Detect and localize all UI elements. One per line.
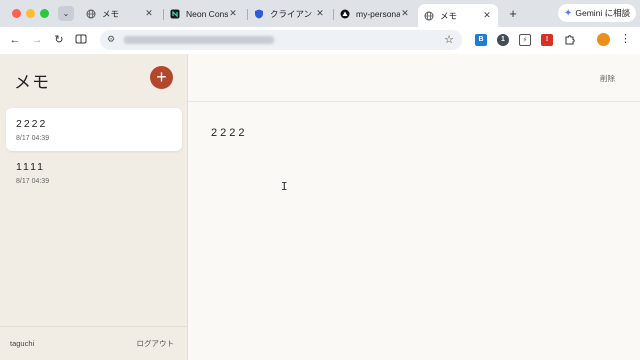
note-item[interactable]: 1111 8/17 04:39: [6, 151, 182, 194]
chevron-down-icon: ⌄: [62, 9, 70, 18]
tab-neon-console[interactable]: Neon Console ✕: [164, 4, 244, 23]
tab-close-icon[interactable]: ✕: [482, 10, 492, 21]
browser-toolbar: ← → ↻ ⚙ ☆ B 1 ⚡ ! ⋮: [0, 27, 640, 54]
maximize-window-button[interactable]: [40, 9, 49, 18]
gemini-icon: ✦: [564, 7, 573, 19]
memo-app: メモ + 2222 8/17 04:39 1111 8/17 04:39 tag…: [0, 54, 640, 360]
note-date: 8/17 04:39: [16, 178, 50, 185]
tab-title: メモ: [102, 8, 120, 19]
address-bar[interactable]: ⚙ ☆: [100, 30, 462, 50]
tab-my-personal[interactable]: my-personal ✕: [334, 4, 416, 23]
sidebar: メモ + 2222 8/17 04:39 1111 8/17 04:39 tag…: [0, 54, 188, 360]
site-settings-icon[interactable]: ⚙: [107, 34, 115, 45]
note-list: 2222 8/17 04:39 1111 8/17 04:39: [6, 108, 182, 194]
reload-icon[interactable]: ↻: [52, 33, 66, 47]
delete-button[interactable]: 削除: [600, 73, 615, 84]
tab-close-icon[interactable]: ✕: [228, 8, 238, 19]
app-title: メモ: [14, 73, 50, 92]
extension-password-icon[interactable]: 1: [497, 34, 509, 46]
extension-document-icon[interactable]: ⚡: [519, 34, 531, 46]
extensions-puzzle-icon[interactable]: [563, 33, 577, 47]
gemini-button[interactable]: ✦ Gemini に相談: [558, 4, 636, 22]
note-date: 8/17 04:39: [16, 135, 50, 142]
close-window-button[interactable]: [12, 9, 21, 18]
tab-memo-active[interactable]: メモ ✕: [418, 4, 498, 27]
tab-client[interactable]: クライアント ✕: [248, 4, 331, 23]
minimize-window-button[interactable]: [26, 9, 35, 18]
editor-header: 削除: [188, 54, 640, 102]
tab-title: Neon Console: [186, 8, 228, 19]
tab-memo-1[interactable]: メモ ✕: [80, 4, 160, 23]
tab-strip: ⌄ メモ ✕ Neon Console ✕ クライアント ✕ my-person…: [0, 0, 640, 27]
shield-icon: [254, 9, 264, 19]
profile-avatar[interactable]: [597, 33, 610, 46]
extension-alert-icon[interactable]: !: [541, 34, 553, 46]
gemini-label: Gemini に相談: [575, 8, 631, 18]
note-title: 2222: [16, 118, 48, 130]
tab-search-button[interactable]: ⌄: [58, 6, 74, 21]
username: taguchi: [10, 339, 35, 348]
extension-b-icon[interactable]: B: [475, 34, 487, 46]
text-cursor-icon: I: [281, 180, 288, 193]
add-note-button[interactable]: +: [150, 66, 173, 89]
tab-close-icon[interactable]: ✕: [400, 8, 410, 19]
blurred-url: [124, 36, 274, 44]
forward-arrow-icon[interactable]: →: [30, 33, 44, 47]
split-view-icon[interactable]: [74, 33, 88, 47]
tab-title: my-personal: [356, 8, 400, 19]
note-item-selected[interactable]: 2222 8/17 04:39: [6, 108, 182, 151]
logout-button[interactable]: ログアウト: [137, 338, 175, 349]
new-tab-button[interactable]: +: [506, 6, 520, 21]
bookmark-star-icon[interactable]: ☆: [444, 33, 454, 46]
note-editor-pane: 削除 2222: [188, 54, 640, 360]
note-title: 1111: [16, 161, 46, 173]
tab-title: クライアント: [270, 8, 315, 19]
globe-icon: [424, 11, 434, 21]
sidebar-footer: taguchi ログアウト: [0, 326, 188, 360]
vercel-icon: [340, 9, 350, 19]
more-menu-icon[interactable]: ⋮: [620, 32, 631, 45]
neon-icon: [170, 9, 180, 19]
tab-title: メモ: [440, 10, 458, 21]
globe-icon: [86, 9, 96, 19]
back-arrow-icon[interactable]: ←: [8, 33, 22, 47]
note-editor[interactable]: 2222: [211, 127, 611, 139]
tab-close-icon[interactable]: ✕: [315, 8, 325, 19]
tab-close-icon[interactable]: ✕: [144, 8, 154, 19]
